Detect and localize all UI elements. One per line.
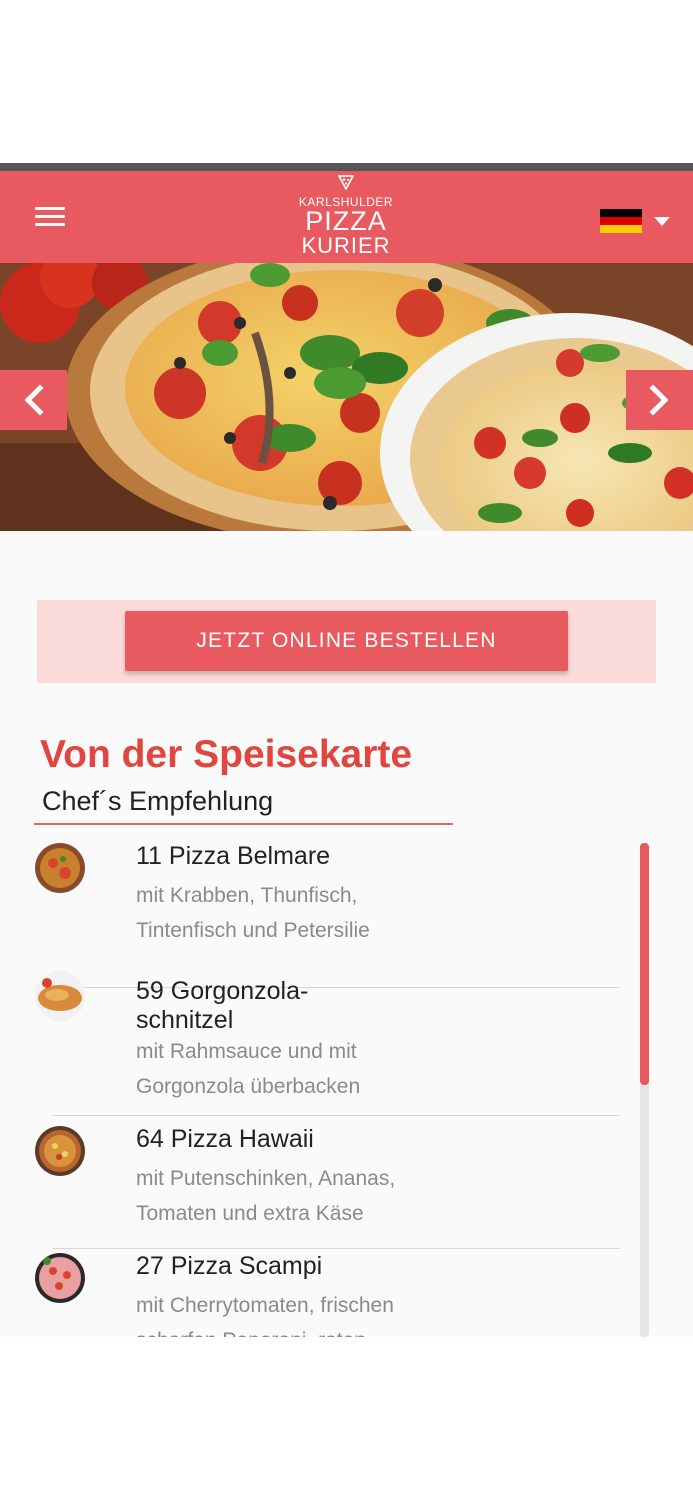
dish-name: 27 Pizza Scampi <box>136 1252 323 1280</box>
german-flag-icon <box>600 209 642 233</box>
list-divider <box>53 1115 620 1116</box>
top-divider <box>0 163 693 171</box>
app-header: KARLSHULDER PIZZA KURIER <box>0 171 693 263</box>
list-divider <box>53 1248 620 1249</box>
order-banner: JETZT ONLINE BESTELLEN <box>37 600 656 683</box>
flag-stripe-black <box>600 209 642 217</box>
dish-name: 11 Pizza Belmare <box>136 842 331 870</box>
hero-carousel[interactable] <box>0 263 693 531</box>
status-area <box>0 0 693 163</box>
pizza-slice-icon <box>338 175 354 190</box>
flag-stripe-red <box>600 217 642 225</box>
language-selector[interactable] <box>600 209 675 233</box>
dish-thumbnail <box>35 1253 85 1303</box>
caret-down-icon <box>654 217 670 226</box>
order-online-button[interactable]: JETZT ONLINE BESTELLEN <box>125 611 568 671</box>
dish-description: mit Putenschinken, Ananas, Tomaten und e… <box>136 1167 396 1225</box>
section-title: Von der Speisekarte <box>40 733 413 776</box>
menu-list[interactable]: 11 Pizza Belmare mit Krabben, Thunfisch,… <box>0 837 693 1337</box>
dish-name: 64 Pizza Hawaii <box>136 1125 314 1153</box>
hamburger-menu-icon[interactable] <box>30 204 70 230</box>
dish-name: 59 Gorgonzola-schnitzel <box>136 977 309 1034</box>
pizza-photo <box>0 263 693 531</box>
section-divider <box>34 823 453 825</box>
dish-description: mit Rahmsauce und mit Gorgonzola überbac… <box>136 1040 361 1098</box>
flag-stripe-gold <box>600 225 642 233</box>
dish-description: mit Krabben, Thunfisch, Tintenfisch und … <box>136 884 370 942</box>
brand-logo[interactable]: KARLSHULDER PIZZA KURIER <box>286 171 406 263</box>
list-scrollbar-thumb[interactable] <box>640 843 649 1085</box>
main-content: JETZT ONLINE BESTELLEN Von der Speisekar… <box>0 531 693 1337</box>
bottom-area <box>0 1337 693 1500</box>
dish-thumbnail <box>35 971 85 1021</box>
logo-line-2: PIZZA <box>305 206 387 236</box>
dish-description: mit Cherrytomaten, frischen scharfen Pep… <box>136 1294 394 1337</box>
dish-thumbnail <box>35 843 85 893</box>
carousel-prev-button[interactable] <box>0 370 67 430</box>
chevron-left-icon <box>24 384 44 416</box>
chevron-right-icon <box>649 384 669 416</box>
dish-thumbnail <box>35 1126 85 1176</box>
logo-line-3: KURIER <box>301 233 391 258</box>
carousel-next-button[interactable] <box>626 370 693 430</box>
section-subtitle: Chef´s Empfehlung <box>42 786 274 816</box>
